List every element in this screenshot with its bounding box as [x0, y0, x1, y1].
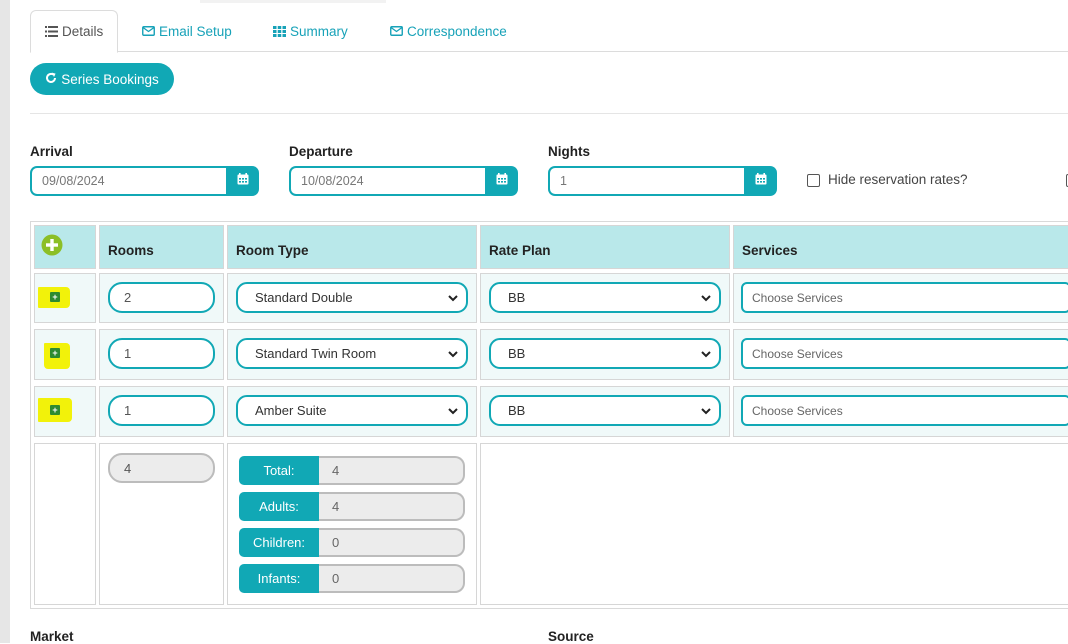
occupancy-children-value: 0: [319, 528, 465, 557]
row-3-rate-plan-select[interactable]: BB: [489, 395, 721, 426]
chevron-down-icon: [447, 405, 459, 420]
departure-date-input[interactable]: 10/08/2024: [289, 166, 485, 196]
plus-square-icon: +: [50, 405, 60, 415]
occupancy-total-row: Total: 4: [239, 456, 465, 485]
row-1-room-type-value: Standard Double: [255, 290, 353, 305]
chevron-down-icon: [700, 292, 712, 307]
arrival-date-input[interactable]: 09/08/2024: [30, 166, 226, 196]
services-header: Services: [742, 243, 798, 258]
row-3-room-type-select[interactable]: Amber Suite: [236, 395, 468, 426]
room-type-header: Room Type: [236, 243, 309, 258]
occupancy-infants-label: Infants:: [239, 564, 319, 593]
plus-square-icon: +: [50, 292, 60, 302]
row-2-rooms-input[interactable]: 1: [108, 338, 215, 369]
grid-icon: [273, 25, 286, 37]
plus-square-icon: +: [50, 348, 60, 358]
row-1-rate-plan-select[interactable]: BB: [489, 282, 721, 313]
totals-action-cell: [34, 443, 96, 605]
rooms-header: Rooms: [108, 243, 154, 258]
nights-input[interactable]: 1: [548, 166, 744, 196]
nights-group: 1: [548, 166, 777, 196]
row-2-room-type-select[interactable]: Standard Twin Room: [236, 338, 468, 369]
row-2-room-type-value: Standard Twin Room: [255, 346, 377, 361]
nights-label: Nights: [548, 144, 590, 159]
envelope-icon: [142, 26, 155, 36]
occupancy-children-row: Children: 0: [239, 528, 465, 557]
hide-rates-checkbox[interactable]: [807, 174, 820, 187]
row-3-rooms-input[interactable]: 1: [108, 395, 215, 426]
arrival-calendar-button[interactable]: [226, 166, 259, 196]
rate-plan-header: Rate Plan: [489, 243, 551, 258]
row-2-rate-plan-select[interactable]: BB: [489, 338, 721, 369]
row-2-services-select[interactable]: Choose Services: [741, 338, 1068, 369]
tab-email-setup[interactable]: Email Setup: [142, 10, 232, 52]
calendar-icon: [755, 172, 767, 190]
tab-correspondence-label: Correspondence: [407, 23, 507, 39]
list-icon: [45, 26, 58, 37]
occupancy-infants-row: Infants: 0: [239, 564, 465, 593]
tab-email-setup-label: Email Setup: [159, 23, 232, 39]
arrival-group: 09/08/2024: [30, 166, 259, 196]
market-label: Market: [30, 629, 74, 644]
nights-calendar-button[interactable]: [744, 166, 777, 196]
add-row-icon[interactable]: [41, 234, 63, 261]
occupancy-infants-value: 0: [319, 564, 465, 593]
departure-label: Departure: [289, 144, 353, 159]
tab-summary-label: Summary: [290, 23, 348, 39]
divider: [30, 113, 1068, 114]
series-bookings-button[interactable]: Series Bookings: [30, 63, 174, 95]
rooms-total: 4: [108, 453, 215, 483]
departure-calendar-button[interactable]: [485, 166, 518, 196]
top-divider: [200, 0, 386, 3]
calendar-icon: [237, 172, 249, 190]
tab-correspondence[interactable]: Correspondence: [390, 10, 507, 52]
source-label: Source: [548, 629, 594, 644]
chevron-down-icon: [700, 348, 712, 363]
tab-bar: Details Email Setup Summary Corresponden…: [30, 10, 1068, 53]
rate-plan-header-cell: Rate Plan: [480, 225, 730, 269]
services-header-cell: Services: [733, 225, 1068, 269]
chevron-down-icon: [447, 292, 459, 307]
tab-details[interactable]: Details: [30, 10, 119, 53]
arrival-label: Arrival: [30, 144, 73, 159]
occupancy-children-label: Children:: [239, 528, 319, 557]
occupancy-total-value: 4: [319, 456, 465, 485]
left-border: [0, 0, 10, 643]
chevron-down-icon: [447, 348, 459, 363]
row-1-rate-plan-value: BB: [508, 290, 526, 305]
room-type-header-cell: Room Type: [227, 225, 477, 269]
row-3-services-select[interactable]: Choose Services: [741, 395, 1068, 426]
tab-summary[interactable]: Summary: [273, 10, 348, 52]
occupancy-adults-label: Adults:: [239, 492, 319, 521]
envelope-icon: [390, 26, 403, 36]
occupancy-total-label: Total:: [239, 456, 319, 485]
row-3-room-type-value: Amber Suite: [255, 403, 327, 418]
refresh-icon: [45, 72, 57, 87]
chevron-down-icon: [700, 405, 712, 420]
add-row-header-cell: [34, 225, 96, 269]
series-bookings-label: Series Bookings: [61, 71, 159, 87]
occupancy-adults-value: 4: [319, 492, 465, 521]
row-2-rate-plan-value: BB: [508, 346, 526, 361]
departure-group: 10/08/2024: [289, 166, 518, 196]
calendar-icon: [496, 172, 508, 190]
rooms-header-cell: Rooms: [99, 225, 224, 269]
tab-details-label: Details: [62, 24, 104, 39]
row-1-services-select[interactable]: Choose Services: [741, 282, 1068, 313]
row-1-room-type-select[interactable]: Standard Double: [236, 282, 468, 313]
row-3-rate-plan-value: BB: [508, 403, 526, 418]
hide-rates-label: Hide reservation rates?: [828, 172, 968, 187]
row-1-rooms-input[interactable]: 2: [108, 282, 215, 313]
totals-empty-cell: [480, 443, 1068, 605]
occupancy-adults-row: Adults: 4: [239, 492, 465, 521]
